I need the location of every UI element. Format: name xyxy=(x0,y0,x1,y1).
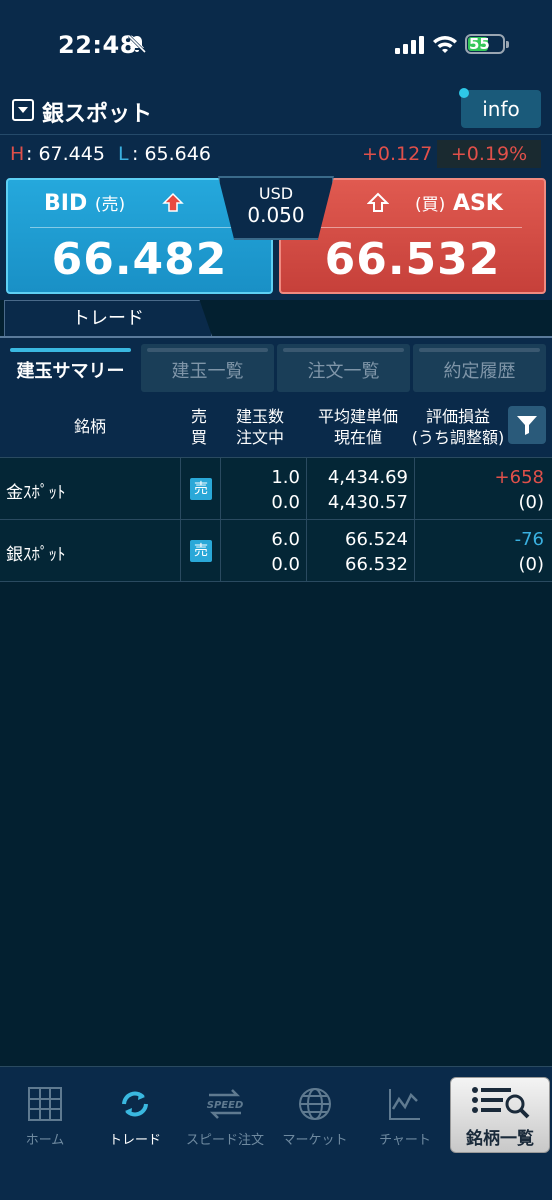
row-avg-price: 4,434.69 xyxy=(327,467,408,488)
status-bar: 22:48 55 xyxy=(0,0,552,90)
symbol-name[interactable]: 銀スポット xyxy=(42,96,152,128)
line-chart-icon xyxy=(389,1089,420,1120)
tab-order-list[interactable]: 注文一覧 xyxy=(277,344,410,392)
row-adjustment: (0) xyxy=(518,492,545,513)
refresh-arrows-icon xyxy=(122,1091,148,1117)
wifi-icon xyxy=(433,36,457,53)
row-quantity: 6.0 xyxy=(271,529,300,550)
table-row[interactable]: 銀ｽﾎﾟｯﾄ 売 6.0 0.0 66.524 66.532 -76 (0) xyxy=(0,520,552,582)
info-button[interactable]: info xyxy=(461,90,541,128)
col-profit-loss: 評価損益 (うち調整額) xyxy=(411,407,505,447)
svg-text:SPEED: SPEED xyxy=(207,1100,244,1111)
nav-trade[interactable]: トレード xyxy=(90,1067,180,1157)
spread-value: 0.050 xyxy=(247,203,305,227)
nav-chart[interactable]: チャート xyxy=(360,1067,450,1157)
row-current-price: 66.532 xyxy=(345,554,408,575)
list-search-icon xyxy=(472,1087,530,1119)
sell-badge: 売 xyxy=(190,478,212,500)
battery-level: 55 xyxy=(469,35,490,53)
bid-label: BID (売) xyxy=(44,191,126,216)
nav-speed-order[interactable]: SPEED スピード注文 xyxy=(180,1067,270,1157)
row-symbol: 銀ｽﾎﾟｯﾄ xyxy=(6,545,66,565)
row-profit-loss: -76 xyxy=(514,529,544,550)
battery-icon: 55 xyxy=(465,34,509,54)
tab-trade[interactable]: トレード xyxy=(4,300,212,336)
bell-muted-icon xyxy=(127,34,147,54)
row-symbol: 金ｽﾎﾟｯﾄ xyxy=(6,483,66,503)
row-current-price: 4,430.57 xyxy=(327,492,408,513)
change-value: +0.127 xyxy=(362,143,433,165)
cellular-signal-icon xyxy=(395,36,424,54)
filter-icon xyxy=(517,416,537,435)
tab-execution-history[interactable]: 約定履歴 xyxy=(413,344,546,392)
spread-box: USD 0.050 xyxy=(218,176,334,240)
row-avg-price: 66.524 xyxy=(345,529,408,550)
symbol-header: 銀スポット info xyxy=(0,88,552,134)
row-quantity: 1.0 xyxy=(271,467,300,488)
symbol-dropdown-icon[interactable] xyxy=(12,99,34,121)
ask-price: 66.532 xyxy=(324,234,501,285)
row-ordered: 0.0 xyxy=(271,554,300,575)
globe-icon xyxy=(299,1088,331,1120)
arrow-up-icon xyxy=(162,192,184,212)
high-label: H xyxy=(10,143,25,165)
filter-button[interactable] xyxy=(508,406,546,444)
col-name: 銘柄 xyxy=(73,417,106,436)
symbol-list-button[interactable]: 銘柄一覧 xyxy=(450,1077,550,1153)
row-ordered: 0.0 xyxy=(271,492,300,513)
high-value: : 67.445 xyxy=(26,143,105,165)
row-adjustment: (0) xyxy=(518,554,545,575)
table-row[interactable]: 金ｽﾎﾟｯﾄ 売 1.0 0.0 4,434.69 4,430.57 +658 … xyxy=(0,458,552,520)
table-header: 銘柄 売買 建玉数 注文中 平均建単価 現在値 評価損益 (うち調整額) xyxy=(0,394,552,458)
high-low-row: H : 67.445 L : 65.646 +0.127 +0.19% xyxy=(0,134,552,172)
sell-badge: 売 xyxy=(190,540,212,562)
nav-market[interactable]: マーケット xyxy=(270,1067,360,1157)
row-profit-loss: +658 xyxy=(494,467,544,488)
arrow-up-outline-icon xyxy=(367,192,389,212)
col-price: 平均建単価 現在値 xyxy=(317,407,398,447)
tab-position-list[interactable]: 建玉一覧 xyxy=(141,344,274,392)
bid-price: 66.482 xyxy=(51,234,228,285)
bottom-navigation: ホーム トレード SPEED スピード注文 マーケット チャート 銘柄一覧 xyxy=(0,1066,552,1200)
low-label: L xyxy=(118,143,129,165)
spread-currency: USD xyxy=(258,184,294,203)
ask-label: (買) ASK xyxy=(415,191,503,216)
notification-dot xyxy=(459,88,469,98)
change-percent: +0.19% xyxy=(437,140,541,168)
col-quantity: 建玉数 注文中 xyxy=(235,407,284,447)
col-side: 売買 xyxy=(190,407,207,447)
quote-panel: BID (売) 66.482 (買) ASK 66.532 USD 0.050 xyxy=(0,172,552,300)
speed-icon: SPEED xyxy=(207,1089,244,1119)
tab-position-summary[interactable]: 建玉サマリー xyxy=(4,344,137,392)
grid-icon xyxy=(28,1087,62,1121)
nav-home[interactable]: ホーム xyxy=(0,1067,90,1157)
sub-tab-bar: 建玉サマリー 建玉一覧 注文一覧 約定履歴 xyxy=(0,336,552,394)
low-value: : 65.646 xyxy=(132,143,211,165)
